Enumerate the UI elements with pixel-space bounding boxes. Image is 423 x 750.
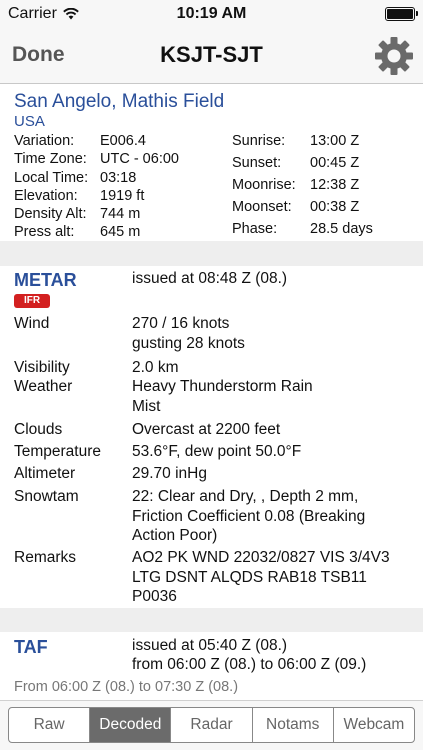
status-bar: Carrier 10:19 AM: [0, 0, 423, 28]
row-label: Altimeter: [14, 465, 76, 482]
info-value: 13:00 Z: [310, 133, 360, 149]
row-label: Remarks: [14, 549, 77, 566]
row-value: 2.0 km: [132, 359, 179, 376]
taf-section: TAF issued at 05:40 Z (08.) from 06:00 Z…: [0, 632, 423, 700]
row-label: Wind: [14, 315, 50, 332]
info-label: Moonset:: [232, 198, 292, 215]
info-label: Moonrise:: [232, 176, 296, 193]
tab-radar[interactable]: Radar: [171, 708, 253, 742]
row-value: 29.70 inHg: [132, 465, 207, 482]
info-value: 00:45 Z: [310, 154, 360, 171]
row-value: 22: Clear and Dry, , Depth 2 mm, Frictio…: [132, 488, 366, 544]
metar-section: METAR issued at 08:48 Z (08.) IFR Wind 2…: [0, 266, 423, 608]
metar-issued: issued at 08:48 Z (08.): [132, 270, 288, 287]
tab-raw[interactable]: Raw: [9, 708, 91, 742]
info-label: Sunset:: [232, 154, 282, 171]
taf-period: From 06:00 Z (08.) to 07:30 Z (08.): [14, 679, 239, 695]
info-label: Time Zone:: [14, 151, 87, 168]
info-label: Local Time:: [14, 169, 89, 186]
row-label: Weather: [14, 378, 73, 395]
row-value: 270 / 16 knots gusting 28 knots: [132, 315, 245, 352]
view-tab-bar: Raw Decoded Radar Notams Webcam: [0, 700, 423, 750]
info-label: Press alt:: [14, 224, 75, 241]
section-divider: [0, 608, 423, 632]
segmented-control: Raw Decoded Radar Notams Webcam: [8, 707, 415, 743]
taf-issued: issued at 05:40 Z (08.): [132, 637, 288, 654]
row-label: Visibility: [14, 359, 70, 376]
row-value: Heavy Thunderstorm Rain Mist: [132, 378, 313, 415]
info-value: 00:38 Z: [310, 198, 360, 215]
info-value: 28.5 days: [310, 220, 373, 237]
info-value: 645 m: [100, 224, 141, 241]
row-value: 53.6°F, dew point 50.0°F: [132, 443, 302, 460]
info-value: 1919 ft: [100, 187, 145, 204]
row-label: Clouds: [14, 421, 63, 438]
tab-notams[interactable]: Notams: [253, 708, 334, 742]
info-label: Variation:: [14, 133, 75, 149]
metar-heading: METAR: [14, 270, 77, 290]
flight-category-badge: IFR: [14, 294, 50, 308]
info-value: 03:18: [100, 169, 137, 186]
info-label: Density Alt:: [14, 206, 87, 223]
info-value: 744 m: [100, 206, 141, 223]
battery-icon: [385, 7, 418, 21]
done-button[interactable]: Done: [12, 43, 65, 67]
airport-details-right: Sunrise: 13:00 Z Sunset: 00:45 Z Moonrise:…: [232, 132, 373, 242]
section-divider: [0, 241, 423, 266]
row-label: Temperature: [14, 443, 102, 460]
info-label: Sunrise:: [232, 133, 286, 149]
taf-validity: from 06:00 Z (08.) to 06:00 Z (09.): [132, 656, 367, 673]
navigation-bar: Done KSJT-SJT: [0, 28, 423, 84]
airport-details: Variation: E006.4 Time Zone: UTC - 06:00 L…: [14, 132, 409, 242]
row-label: Snowtam: [14, 488, 79, 505]
info-value: E006.4: [100, 133, 146, 149]
row-value: AO2 PK WND 22032/0827 VIS 3/4V3 LTG DSNT…: [132, 549, 390, 605]
info-label: Elevation:: [14, 187, 78, 204]
info-label: Phase:: [232, 220, 278, 237]
taf-heading: TAF: [14, 637, 48, 657]
tab-webcam[interactable]: Webcam: [334, 708, 414, 742]
clock: 10:19 AM: [176, 5, 247, 22]
airport-name: San Angelo, Mathis Field: [14, 91, 225, 112]
info-value: 12:38 Z: [310, 176, 360, 193]
airport-info: San Angelo, Mathis Field USA Variation: E…: [0, 85, 423, 241]
airport-details-left: Variation: E006.4 Time Zone: UTC - 06:00 L…: [14, 132, 232, 242]
gear-icon[interactable]: [373, 35, 415, 77]
tab-decoded[interactable]: Decoded: [90, 708, 172, 742]
airport-country: USA: [14, 113, 45, 130]
row-value: Overcast at 2200 feet: [132, 421, 281, 438]
info-value: UTC - 06:00: [100, 151, 179, 168]
